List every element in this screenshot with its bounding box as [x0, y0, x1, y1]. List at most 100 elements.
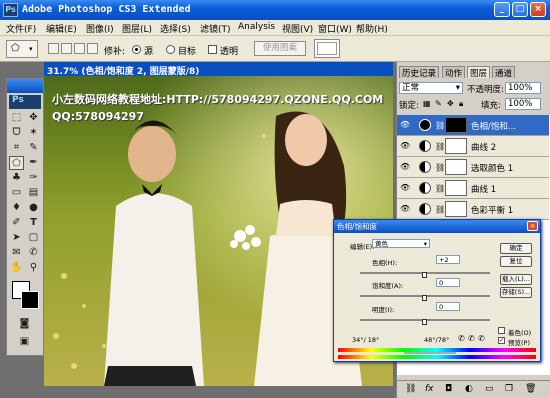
tab-channels[interactable]: 通道 — [492, 66, 516, 79]
fill-input[interactable]: 100% — [505, 98, 541, 110]
tool-preset-picker[interactable]: ⬠ ▾ — [6, 40, 38, 58]
eyedropper-tool-icon[interactable]: ✆ — [26, 246, 41, 260]
eraser-tool-icon[interactable]: ▭ — [9, 186, 24, 200]
eye-icon[interactable]: 👁︎ — [400, 120, 410, 130]
patch-tool-icon: ⬠ — [11, 43, 20, 54]
background-color-swatch[interactable] — [21, 291, 39, 309]
load-button[interactable]: 载入(L)... — [500, 274, 532, 285]
pattern-picker[interactable] — [314, 39, 340, 58]
lock-position-icon[interactable]: ✥ — [447, 99, 454, 108]
lasso-tool-icon[interactable]: ᗜ — [9, 126, 24, 140]
hue-slider-thumb[interactable] — [422, 272, 427, 278]
layer-mask-thumbnail[interactable] — [445, 138, 467, 154]
layer-mask-thumbnail[interactable] — [445, 159, 467, 175]
close-button[interactable]: × — [530, 2, 546, 17]
layer-row[interactable]: 👁︎ ⛓︎ 色相/饱和... — [397, 115, 549, 136]
crop-tool-icon[interactable]: ⌗ — [9, 141, 24, 155]
mask-icon[interactable]: ◘ — [445, 384, 452, 394]
eye-icon[interactable]: 👁︎ — [400, 204, 410, 214]
menu-layer[interactable]: 图层(L) — [122, 22, 152, 35]
source-radio[interactable] — [132, 45, 141, 54]
brush-tool-icon[interactable]: ✒ — [26, 156, 41, 170]
eye-icon[interactable]: 👁︎ — [400, 162, 410, 172]
subtract-selection-icon[interactable] — [74, 43, 85, 54]
preview-checkbox[interactable]: ✓ — [498, 337, 505, 344]
menu-view[interactable]: 视图(V) — [282, 22, 313, 35]
lightness-slider-thumb[interactable] — [422, 319, 427, 325]
menu-edit[interactable]: 编辑(E) — [46, 22, 77, 35]
target-radio[interactable] — [166, 45, 175, 54]
menu-window[interactable]: 窗口(W) — [318, 22, 352, 35]
lightness-input[interactable]: 0 — [436, 302, 460, 311]
fx-icon[interactable]: fx — [425, 384, 434, 394]
layer-mask-thumbnail[interactable] — [445, 117, 467, 133]
menu-file[interactable]: 文件(F) — [6, 22, 36, 35]
intersect-selection-icon[interactable] — [87, 43, 98, 54]
eyedropper-plus-icon[interactable]: ✆ — [468, 334, 475, 343]
new-layer-icon[interactable]: ❐ — [505, 384, 513, 394]
maximize-button[interactable]: □ — [512, 2, 528, 17]
eyedropper-icon[interactable]: ✆ — [458, 334, 465, 343]
menu-analysis[interactable]: Analysis — [238, 22, 275, 32]
pen-tool-icon[interactable]: ✐ — [9, 216, 24, 230]
blend-mode-select[interactable]: 正常 ▾ — [399, 82, 463, 94]
menu-filter[interactable]: 滤镜(T) — [200, 22, 231, 35]
gradient-tool-icon[interactable]: ▤ — [26, 186, 41, 200]
stamp-tool-icon[interactable]: ♣ — [9, 171, 24, 185]
menu-image[interactable]: 图像(I) — [86, 22, 114, 35]
tab-layers[interactable]: 图层 — [467, 66, 491, 79]
add-selection-icon[interactable] — [61, 43, 72, 54]
slice-tool-icon[interactable]: ✎ — [26, 141, 41, 155]
colorize-checkbox[interactable] — [498, 327, 505, 334]
trash-icon[interactable]: 🗑︎ — [525, 384, 536, 394]
ok-button[interactable]: 确定 — [500, 243, 532, 254]
save-button[interactable]: 存储(S)... — [500, 287, 532, 298]
use-pattern-button[interactable]: 使用图案 — [254, 41, 306, 56]
path-select-tool-icon[interactable]: ➤ — [9, 231, 24, 245]
dialog-close-button[interactable]: × — [527, 221, 538, 231]
layer-mask-thumbnail[interactable] — [445, 201, 467, 217]
minimize-button[interactable]: _ — [494, 2, 510, 17]
eye-icon[interactable]: 👁︎ — [400, 183, 410, 193]
menu-help[interactable]: 帮助(H) — [356, 22, 388, 35]
link-icon[interactable]: ⛓︎ — [405, 384, 416, 394]
layer-row[interactable]: 👁︎ ⛓︎ 曲线 1 — [397, 178, 549, 199]
eye-icon[interactable]: 👁︎ — [400, 141, 410, 151]
blur-tool-icon[interactable]: ♦ — [9, 201, 24, 215]
opacity-input[interactable]: 100% — [505, 82, 541, 94]
saturation-slider-thumb[interactable] — [422, 295, 427, 301]
screen-mode-icon[interactable]: ▣ — [17, 335, 32, 349]
lock-all-icon[interactable]: 🔒︎ — [459, 99, 463, 109]
transparent-checkbox[interactable] — [208, 45, 217, 54]
layer-mask-thumbnail[interactable] — [445, 180, 467, 196]
quick-mask-icon[interactable]: ◙ — [17, 317, 32, 331]
hue-input[interactable]: +2 — [436, 255, 460, 264]
tab-history[interactable]: 历史记录 — [399, 66, 440, 79]
lock-pixels-icon[interactable]: ✎ — [435, 99, 442, 108]
patch-tool-icon[interactable]: ⬠ — [9, 156, 24, 170]
layer-row[interactable]: 👁︎ ⛓︎ 色彩平衡 1 — [397, 199, 549, 220]
tab-actions[interactable]: 动作 — [442, 66, 466, 79]
layer-row[interactable]: 👁︎ ⛓︎ 曲线 2 — [397, 136, 549, 157]
magic-wand-tool-icon[interactable]: ✶ — [26, 126, 41, 140]
zoom-tool-icon[interactable]: ⚲ — [26, 261, 41, 275]
shape-tool-icon[interactable]: ▢ — [26, 231, 41, 245]
eyedropper-minus-icon[interactable]: ✆ — [478, 334, 485, 343]
lock-transparency-icon[interactable]: ▦ — [423, 99, 431, 108]
marquee-tool-icon[interactable]: ⬚ — [9, 111, 24, 125]
move-tool-icon[interactable]: ✥ — [26, 111, 41, 125]
edit-range-select[interactable]: 黄色 ▾ — [372, 239, 430, 248]
notes-tool-icon[interactable]: ✉ — [9, 246, 24, 260]
type-tool-icon[interactable]: T — [26, 216, 41, 230]
layer-row[interactable]: 👁︎ ⛓︎ 选取颜色 1 — [397, 157, 549, 178]
hand-tool-icon[interactable]: ✋ — [9, 261, 24, 275]
dodge-tool-icon[interactable]: ● — [26, 201, 41, 215]
saturation-input[interactable]: 0 — [436, 278, 460, 287]
history-brush-icon[interactable]: ✑ — [26, 171, 41, 185]
group-icon[interactable]: ▭ — [485, 384, 494, 394]
new-selection-icon[interactable] — [48, 43, 59, 54]
hue-range-slider[interactable] — [404, 352, 456, 354]
reset-button[interactable]: 复位 — [500, 256, 532, 267]
menu-select[interactable]: 选择(S) — [160, 22, 191, 35]
adjustment-icon[interactable]: ◐ — [465, 384, 473, 394]
